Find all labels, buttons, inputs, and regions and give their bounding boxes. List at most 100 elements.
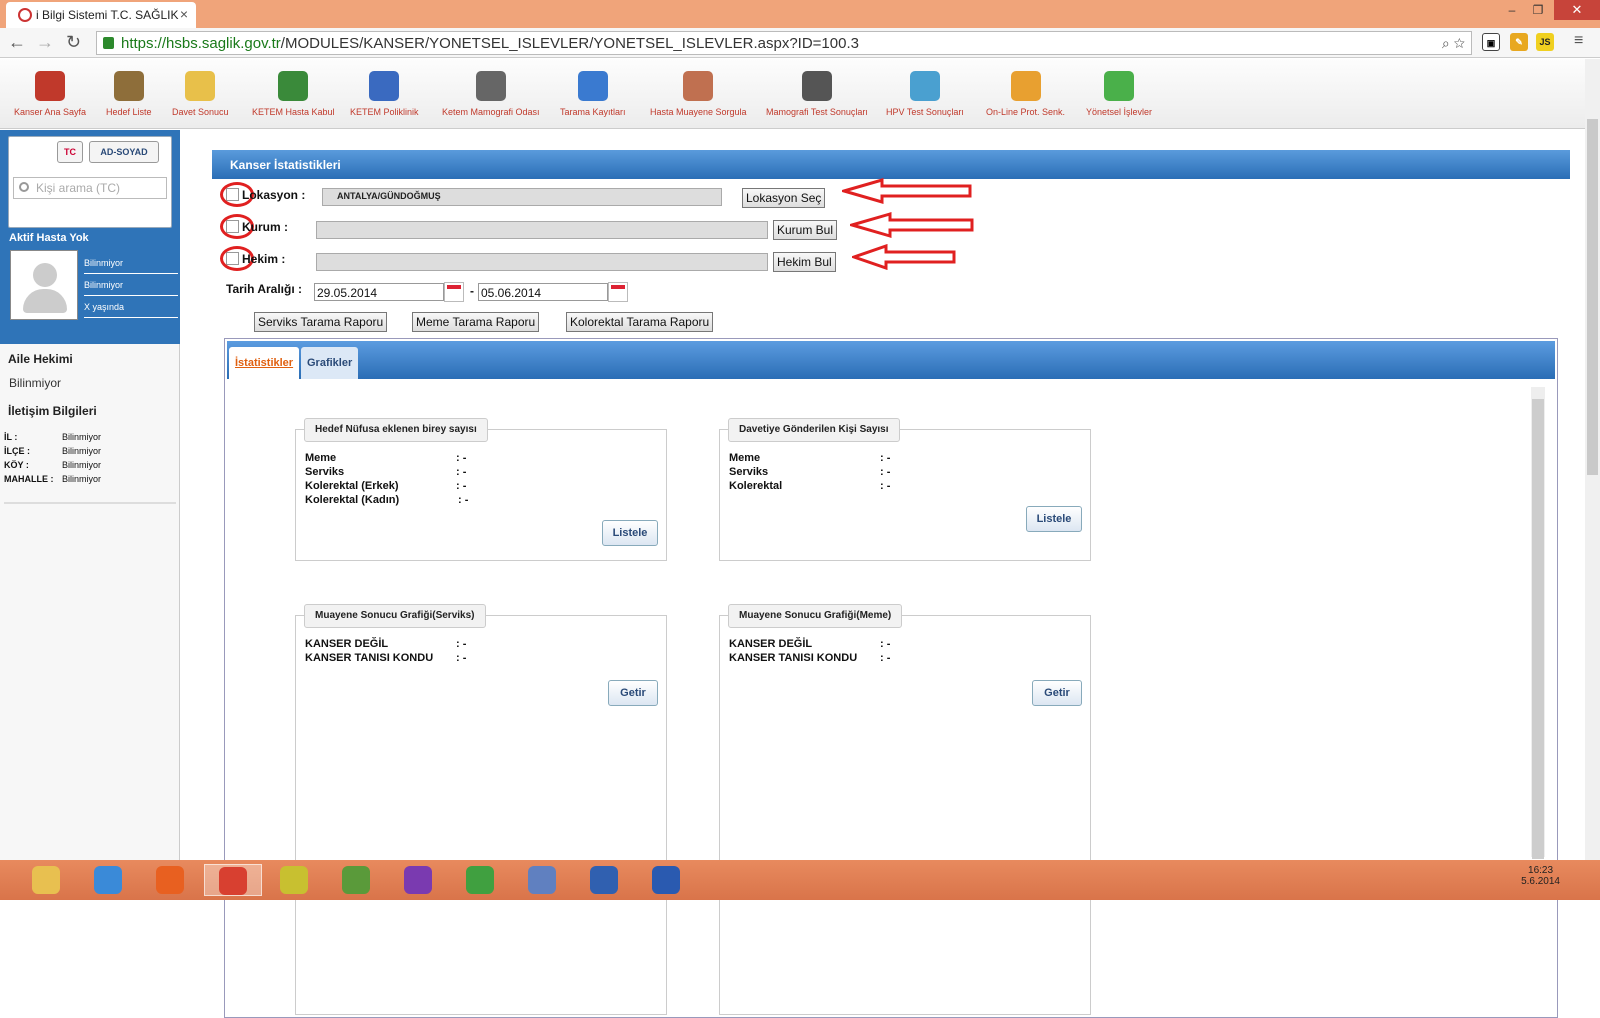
serviks-rapor-button[interactable]: Serviks Tarama Raporu xyxy=(254,312,388,332)
contact-key: KÖY : xyxy=(4,460,29,470)
lokasyon-field: ANTALYA/GÜNDOĞMUŞ xyxy=(322,188,722,206)
kurum-bul-button[interactable]: Kurum Bul xyxy=(773,220,838,240)
toolbar-item-label: Mamografi Test Sonuçları xyxy=(766,107,868,117)
toolbar-item[interactable]: Tarama Kayıtları xyxy=(560,71,626,117)
forward-icon[interactable]: → xyxy=(36,32,54,53)
stat-value: : - xyxy=(880,652,891,664)
pen-extension-icon[interactable]: ✎ xyxy=(1510,33,1528,51)
taskbar-app[interactable] xyxy=(204,864,262,896)
date-from-input[interactable]: 29.05.2014 xyxy=(314,283,444,301)
toolbar-item[interactable]: Yönetsel İşlevler xyxy=(1086,71,1152,117)
taskbar-app[interactable] xyxy=(452,864,510,896)
taskbar-app[interactable] xyxy=(576,864,634,896)
date-separator: - xyxy=(470,284,474,298)
panel-scrollbar[interactable] xyxy=(1531,387,1545,859)
taskbar-app[interactable] xyxy=(390,864,448,896)
pie-chart-icon xyxy=(1104,71,1135,101)
doctor-search-icon xyxy=(683,71,714,101)
taskbar-app[interactable] xyxy=(328,864,386,896)
back-icon[interactable]: ← xyxy=(8,32,26,53)
toolbar-item-label: Tarama Kayıtları xyxy=(560,107,626,117)
sidebar: TC AD-SOYAD Kişi arama (TC) Aktif Hasta … xyxy=(0,130,180,860)
tab-grafikler[interactable]: Grafikler xyxy=(301,347,359,379)
meme-rapor-button[interactable]: Meme Tarama Raporu xyxy=(412,312,540,332)
taskbar-app[interactable] xyxy=(266,864,324,896)
stat-value: : - xyxy=(458,494,469,506)
tab-tc[interactable]: TC xyxy=(57,141,83,163)
search-input[interactable]: Kişi arama (TC) xyxy=(13,177,167,199)
tab-istatistikler[interactable]: İstatistikler xyxy=(229,347,300,379)
stethoscope-icon xyxy=(369,71,400,101)
reload-icon[interactable]: ↻ xyxy=(66,32,81,53)
toolbar-item[interactable]: Kanser Ana Sayfa xyxy=(14,71,86,117)
red-arrow-icon xyxy=(852,244,956,270)
browser-tab[interactable]: i Bilgi Sistemi T.C. SAĞLIK × xyxy=(6,2,196,28)
lokasyon-sec-button[interactable]: Lokasyon Seç xyxy=(742,188,826,208)
address-bar-row: ← → ↻ https://hsbs.saglik.gov.tr/MODULES… xyxy=(0,28,1600,58)
stat-value: : - xyxy=(456,466,467,478)
calendar-icon[interactable] xyxy=(608,282,628,302)
taskbar-app[interactable] xyxy=(80,864,138,896)
toolbar-item[interactable]: KETEM Hasta Kabul xyxy=(252,71,335,117)
stat-value: : - xyxy=(456,452,467,464)
taskbar-app[interactable] xyxy=(18,864,76,896)
avatar-body-icon xyxy=(23,289,67,313)
extension-icon[interactable]: ▣ xyxy=(1482,33,1500,51)
contact-key: İL : xyxy=(4,432,18,442)
date-to-input[interactable]: 05.06.2014 xyxy=(478,283,608,301)
internet-explorer-icon xyxy=(94,866,122,894)
sync-arrows-icon xyxy=(1010,71,1041,101)
contact-key: İLÇE : xyxy=(4,446,30,456)
hekim-bul-button[interactable]: Hekim Bul xyxy=(773,252,836,272)
menu-icon[interactable]: ≡ xyxy=(1574,32,1583,50)
taskbar-app[interactable] xyxy=(514,864,572,896)
chrome-icon xyxy=(219,867,247,895)
minimize-icon[interactable]: – xyxy=(1500,3,1524,17)
stat-label: KANSER DEĞİL xyxy=(729,638,813,650)
toolbar-item[interactable]: HPV Test Sonuçları xyxy=(886,71,964,117)
stat-label: KANSER TANISI KONDU xyxy=(305,652,434,664)
meme-fieldset: Muayene Sonucu Grafiği(Meme) KANSER DEĞİ… xyxy=(719,604,1091,1015)
page-scroll-thumb[interactable] xyxy=(1587,119,1598,475)
active-patient-label: Aktif Hasta Yok xyxy=(9,232,89,244)
window-close-icon[interactable]: ✕ xyxy=(1554,0,1600,20)
toolbar-item[interactable]: KETEM Poliklinik xyxy=(350,71,419,117)
davetiye-listele-button[interactable]: Listele xyxy=(1026,506,1082,532)
toolbar-item[interactable]: On-Line Prot. Senk. xyxy=(986,71,1065,117)
contact-key: MAHALLE : xyxy=(4,474,54,484)
tab-close-icon[interactable]: × xyxy=(180,6,188,22)
presentation-icon xyxy=(475,71,506,101)
toolbar-item[interactable]: Hedef Liste xyxy=(106,71,152,117)
js-extension-icon[interactable]: JS xyxy=(1536,33,1554,51)
maximize-icon[interactable]: ❐ xyxy=(1526,3,1550,17)
toolbar-item[interactable]: Mamografi Test Sonuçları xyxy=(766,71,868,117)
tab-strip: İstatistikler Grafikler xyxy=(227,341,1555,379)
stat-label: Kolerektal xyxy=(729,480,783,492)
toolbar-item[interactable]: Hasta Muayene Sorgula xyxy=(650,71,747,117)
stat-value: : - xyxy=(880,452,891,464)
patient-info-3: X yaşında xyxy=(84,296,178,318)
calendar-icon[interactable] xyxy=(444,282,464,302)
iletisim-title: İletişim Bilgileri xyxy=(8,404,97,418)
taskbar-app[interactable] xyxy=(142,864,200,896)
serviks-getir-button[interactable]: Getir xyxy=(608,680,658,706)
url-input[interactable]: https://hsbs.saglik.gov.tr/MODULES/KANSE… xyxy=(96,31,1472,55)
scroll-thumb[interactable] xyxy=(1532,399,1544,859)
clock-time: 16:23 xyxy=(1528,865,1554,876)
hedef-listele-button[interactable]: Listele xyxy=(602,520,658,546)
page-scrollbar[interactable] xyxy=(1585,59,1600,860)
zoom-star-icons[interactable]: ⌕ ☆ xyxy=(1442,35,1465,52)
envelope-icon xyxy=(185,71,216,101)
add-user-icon xyxy=(278,71,309,101)
tab-adsoyad[interactable]: AD-SOYAD xyxy=(89,141,159,163)
kurum-label: Kurum : xyxy=(242,220,288,234)
taskbar-app[interactable] xyxy=(638,864,696,896)
stat-value: : - xyxy=(880,638,891,650)
kolorektal-rapor-button[interactable]: Kolorektal Tarama Raporu xyxy=(566,312,714,332)
toolbar-item[interactable]: Ketem Mamografi Odası xyxy=(442,71,540,117)
system-clock[interactable]: 16:23 5.6.2014 xyxy=(1521,865,1560,887)
meme-getir-button[interactable]: Getir xyxy=(1032,680,1082,706)
toolbar-item[interactable]: Davet Sonucu xyxy=(172,71,229,117)
stat-label: Kolerektal (Erkek) xyxy=(305,480,399,492)
folder-icon xyxy=(32,866,60,894)
